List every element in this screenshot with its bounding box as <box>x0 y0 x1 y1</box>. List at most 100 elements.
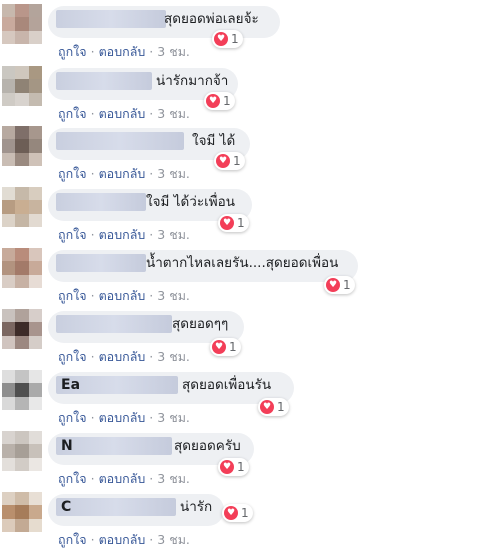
commenter-name[interactable] <box>56 10 166 28</box>
reaction-badge[interactable]: ♥ 1 <box>210 338 241 356</box>
commenter-name-visible <box>56 316 61 332</box>
reply-link[interactable]: ตอบกลับ <box>99 288 146 303</box>
reply-link[interactable]: ตอบกลับ <box>99 471 146 486</box>
commenter-name[interactable] <box>56 193 146 211</box>
commenter-name[interactable] <box>56 315 172 333</box>
reaction-badge[interactable]: ♥ 1 <box>218 214 249 232</box>
reply-link[interactable]: ตอบกลับ <box>99 227 146 242</box>
reaction-count: 1 <box>229 340 237 354</box>
comment-text: น่ารักมากจ้า <box>156 73 229 89</box>
reply-link[interactable]: ตอบกลับ <box>99 106 146 121</box>
reply-link[interactable]: ตอบกลับ <box>99 166 146 181</box>
commenter-name-visible <box>56 73 61 89</box>
reaction-badge[interactable]: ♥ 1 <box>212 30 243 48</box>
reply-link[interactable]: ตอบกลับ <box>99 349 146 364</box>
like-link[interactable]: ถูกใจ <box>58 349 87 364</box>
heart-icon: ♥ <box>214 32 228 46</box>
separator: · <box>149 106 154 121</box>
separator: · <box>90 44 95 59</box>
comment-text: สุดยอดครับ <box>174 438 241 454</box>
avatar[interactable] <box>2 66 42 106</box>
separator: · <box>90 471 95 486</box>
comment-text: น่ารัก <box>180 499 213 515</box>
heart-icon: ♥ <box>224 506 238 520</box>
commenter-name[interactable] <box>56 72 152 90</box>
comment-time[interactable]: 3 ชม. <box>157 227 190 242</box>
reaction-badge[interactable]: ♥ 1 <box>204 92 235 110</box>
comment-time[interactable]: 3 ชม. <box>157 349 190 364</box>
comment-time[interactable]: 3 ชม. <box>157 166 190 181</box>
comment-item: ใจมี ได้ว่ะเพื่อน ♥ 1 ถูกใจ · ตอบกลับ · 3 ชม. <box>0 185 493 246</box>
like-link[interactable]: ถูกใจ <box>58 410 87 425</box>
heart-icon: ♥ <box>220 216 234 230</box>
commenter-name[interactable] <box>56 132 184 150</box>
avatar[interactable] <box>2 248 42 288</box>
comment-time[interactable]: 3 ชม. <box>157 410 190 425</box>
like-link[interactable]: ถูกใจ <box>58 227 87 242</box>
avatar[interactable] <box>2 4 42 44</box>
comment-actions: ถูกใจ · ตอบกลับ · 3 ชม. <box>58 408 190 428</box>
reply-link[interactable]: ตอบกลับ <box>99 532 146 547</box>
comment-actions: ถูกใจ · ตอบกลับ · 3 ชม. <box>58 225 190 245</box>
commenter-name[interactable]: N <box>56 437 172 455</box>
like-link[interactable]: ถูกใจ <box>58 471 87 486</box>
reaction-badge[interactable]: ♥ 1 <box>258 398 289 416</box>
reply-link[interactable]: ตอบกลับ <box>99 410 146 425</box>
comment-time[interactable]: 3 ชม. <box>157 106 190 121</box>
commenter-name-visible: C <box>61 499 72 515</box>
separator: · <box>90 410 95 425</box>
reaction-badge[interactable]: ♥ 1 <box>324 276 355 294</box>
avatar[interactable] <box>2 309 42 349</box>
commenter-name-visible <box>56 133 61 149</box>
reaction-count: 1 <box>223 94 231 108</box>
avatar[interactable] <box>2 126 42 166</box>
like-link[interactable]: ถูกใจ <box>58 166 87 181</box>
reaction-badge[interactable]: ♥ 1 <box>222 504 253 522</box>
commenter-name-visible <box>56 255 61 271</box>
reply-link[interactable]: ตอบกลับ <box>99 44 146 59</box>
like-link[interactable]: ถูกใจ <box>58 44 87 59</box>
like-link[interactable]: ถูกใจ <box>58 532 87 547</box>
avatar[interactable] <box>2 370 42 410</box>
avatar[interactable] <box>2 431 42 471</box>
separator: · <box>90 106 95 121</box>
separator: · <box>149 471 154 486</box>
comment-text: ใจมี ได้ว่ะเพื่อน <box>146 194 235 210</box>
comment-time[interactable]: 3 ชม. <box>157 288 190 303</box>
commenter-name[interactable]: Ea <box>56 376 178 394</box>
commenter-name-visible: N <box>61 438 73 454</box>
reaction-count: 1 <box>343 278 351 292</box>
commenter-name[interactable]: C <box>56 498 176 516</box>
avatar[interactable] <box>2 187 42 227</box>
separator: · <box>90 532 95 547</box>
commenter-name[interactable] <box>56 254 146 272</box>
commenter-name-visible <box>56 11 61 27</box>
heart-icon: ♥ <box>212 340 226 354</box>
heart-icon: ♥ <box>326 278 340 292</box>
like-link[interactable]: ถูกใจ <box>58 288 87 303</box>
reaction-count: 1 <box>241 506 249 520</box>
comment-time[interactable]: 3 ชม. <box>157 471 190 486</box>
separator: · <box>149 166 154 181</box>
comment-time[interactable]: 3 ชม. <box>157 44 190 59</box>
avatar[interactable] <box>2 492 42 532</box>
separator: · <box>149 410 154 425</box>
like-link[interactable]: ถูกใจ <box>58 106 87 121</box>
comment-item: C น่ารัก ♥ 1 ถูกใจ · ตอบกลับ · 3 ชม. <box>0 490 493 551</box>
separator: · <box>90 349 95 364</box>
comment-item: น้ำตากไหลเลยรัน....สุดยอดเพื่อน ♥ 1 ถูกใจ · ต… <box>0 246 493 307</box>
reaction-count: 1 <box>233 154 241 168</box>
comment-text: สุดยอดพ่อเลยจ้ะ <box>164 11 259 27</box>
comment-actions: ถูกใจ · ตอบกลับ · 3 ชม. <box>58 530 190 550</box>
comment-text: สุดยอดเพื่อนรัน <box>182 377 272 393</box>
comment-item: Ea สุดยอดเพื่อนรัน ♥ 1 ถูกใจ · ตอบกลับ · 3 ชม. <box>0 368 493 429</box>
reaction-badge[interactable]: ♥ 1 <box>214 152 245 170</box>
comment-text: ใจมี ได้ <box>192 133 236 149</box>
separator: · <box>90 288 95 303</box>
comment-time[interactable]: 3 ชม. <box>157 532 190 547</box>
separator: · <box>149 288 154 303</box>
commenter-name-visible: Ea <box>61 377 81 393</box>
comment-item: สุดยอดพ่อเลยจ้ะ ♥ 1 ถูกใจ · ตอบกลับ · 3 ชม. <box>0 2 493 63</box>
comment-item: N สุดยอดครับ ♥ 1 ถูกใจ · ตอบกลับ · 3 ชม. <box>0 429 493 490</box>
reaction-badge[interactable]: ♥ 1 <box>218 458 249 476</box>
